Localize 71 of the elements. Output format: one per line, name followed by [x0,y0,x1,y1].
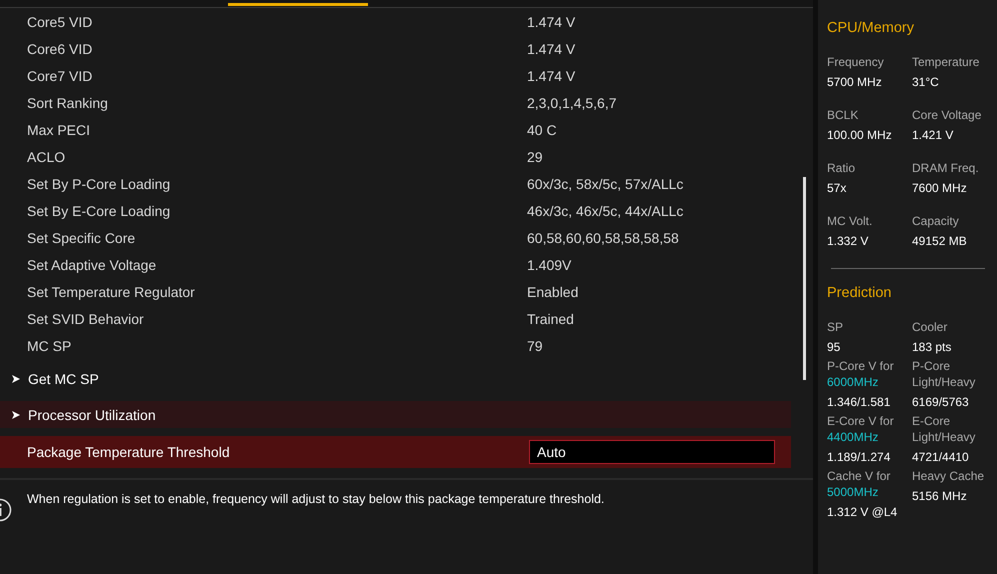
setting-label: Set Temperature Regulator [26,284,196,300]
setting-label: Set Adaptive Voltage [26,256,158,272]
monitor-value: 1.346/1.581 [827,395,892,409]
monitor-label: P-Core V for [827,358,895,374]
monitor-label: E-Core Light/Heavy [912,413,976,445]
threshold-field[interactable]: Auto [529,440,775,464]
setting-label: Core6 VID [26,40,94,56]
monitor-value: 49152 MB [912,234,968,248]
monitor-label: DRAM Freq. [912,160,980,176]
monitor-value: 57x [827,181,848,195]
setting-label: Sort Ranking [26,94,109,110]
monitor-value: 1.421 V [912,128,954,142]
chevron-icon [12,374,20,382]
section-title: CPU/Memory [827,20,916,36]
submenu-item[interactable]: Get MC SP [0,365,792,392]
setting-value: Enabled [527,284,578,300]
monitor-label: Cache V for [827,468,892,484]
setting-value: 2,3,0,1,4,5,6,7 [527,94,617,110]
setting-label: Set By E-Core Loading [26,202,172,218]
monitor-label: Heavy Cache [912,468,986,484]
setting-value: 60x/3c, 58x/5c, 57x/ALLc [527,176,684,192]
monitor-label: Core Voltage [912,107,982,123]
help-text: When regulation is set to enable, frequency will adjust to stay below this package temperature threshold. [27,492,604,506]
setting-label: Core7 VID [26,68,94,84]
monitor-label: Capacity [912,213,960,229]
setting-value: 1.409V [527,256,572,272]
setting-label: Max PECI [26,122,92,138]
monitor-label: MC Volt. [827,213,874,229]
setting-value: 29 [527,148,543,164]
scrollbar-thumb[interactable] [803,177,806,380]
monitor-label: BCLK [827,107,860,123]
monitor-label: Ratio [827,160,856,176]
monitor-value: 31°C [912,75,940,89]
setting-label: Core5 VID [26,14,94,30]
frequency-label: 4400MHz [827,429,880,445]
setting-value: 1.474 V [527,68,576,84]
monitor-value: 5700 MHz [827,75,883,89]
setting-value: 79 [527,338,543,354]
frequency-label: 6000MHz [827,374,880,390]
setting-label: ACLO [26,148,66,164]
setting-value: 1.474 V [527,14,576,30]
setting-label: Package Temperature Threshold [26,444,231,460]
setting-value: Trained [527,310,574,326]
monitor-value: 100.00 MHz [827,128,893,142]
setting-label: Set Specific Core [26,230,136,246]
setting-value: 1.474 V [527,40,576,56]
setting-label: Set By P-Core Loading [26,176,172,192]
setting-value: 40 C [527,122,557,138]
monitor-value: 1.332 V [827,234,870,248]
monitor-value: 183 pts [912,340,952,354]
monitor-label: SP [827,319,844,335]
setting-value: 60,58,60,60,58,58,58,58 [527,230,679,246]
setting-label: MC SP [26,338,72,354]
monitor-value: 6169/5763 [912,395,970,409]
monitor-value: 95 [827,340,842,354]
frequency-label: 5000MHz [827,484,880,500]
monitor-value: 4721/4410 [912,450,970,464]
monitor-label: Frequency [827,54,885,70]
setting-label: Set SVID Behavior [26,310,145,326]
submenu-item[interactable]: Processor Utilization [0,401,792,428]
monitor-label: Cooler [912,319,948,335]
monitor-label: E-Core V for [827,413,895,429]
monitor-value: 5156 MHz [912,489,968,503]
monitor-value: 1.189/1.274 [827,450,892,464]
monitor-label: P-Core Light/Heavy [912,358,976,390]
section-title: Prediction [827,285,892,301]
setting-value: 46x/3c, 46x/5c, 44x/ALLc [527,202,684,218]
monitor-value: 7600 MHz [912,181,968,195]
chevron-icon [12,410,20,418]
monitor-label: Temperature [912,54,980,70]
monitor-value: 1.312 V @L4 [827,505,898,519]
